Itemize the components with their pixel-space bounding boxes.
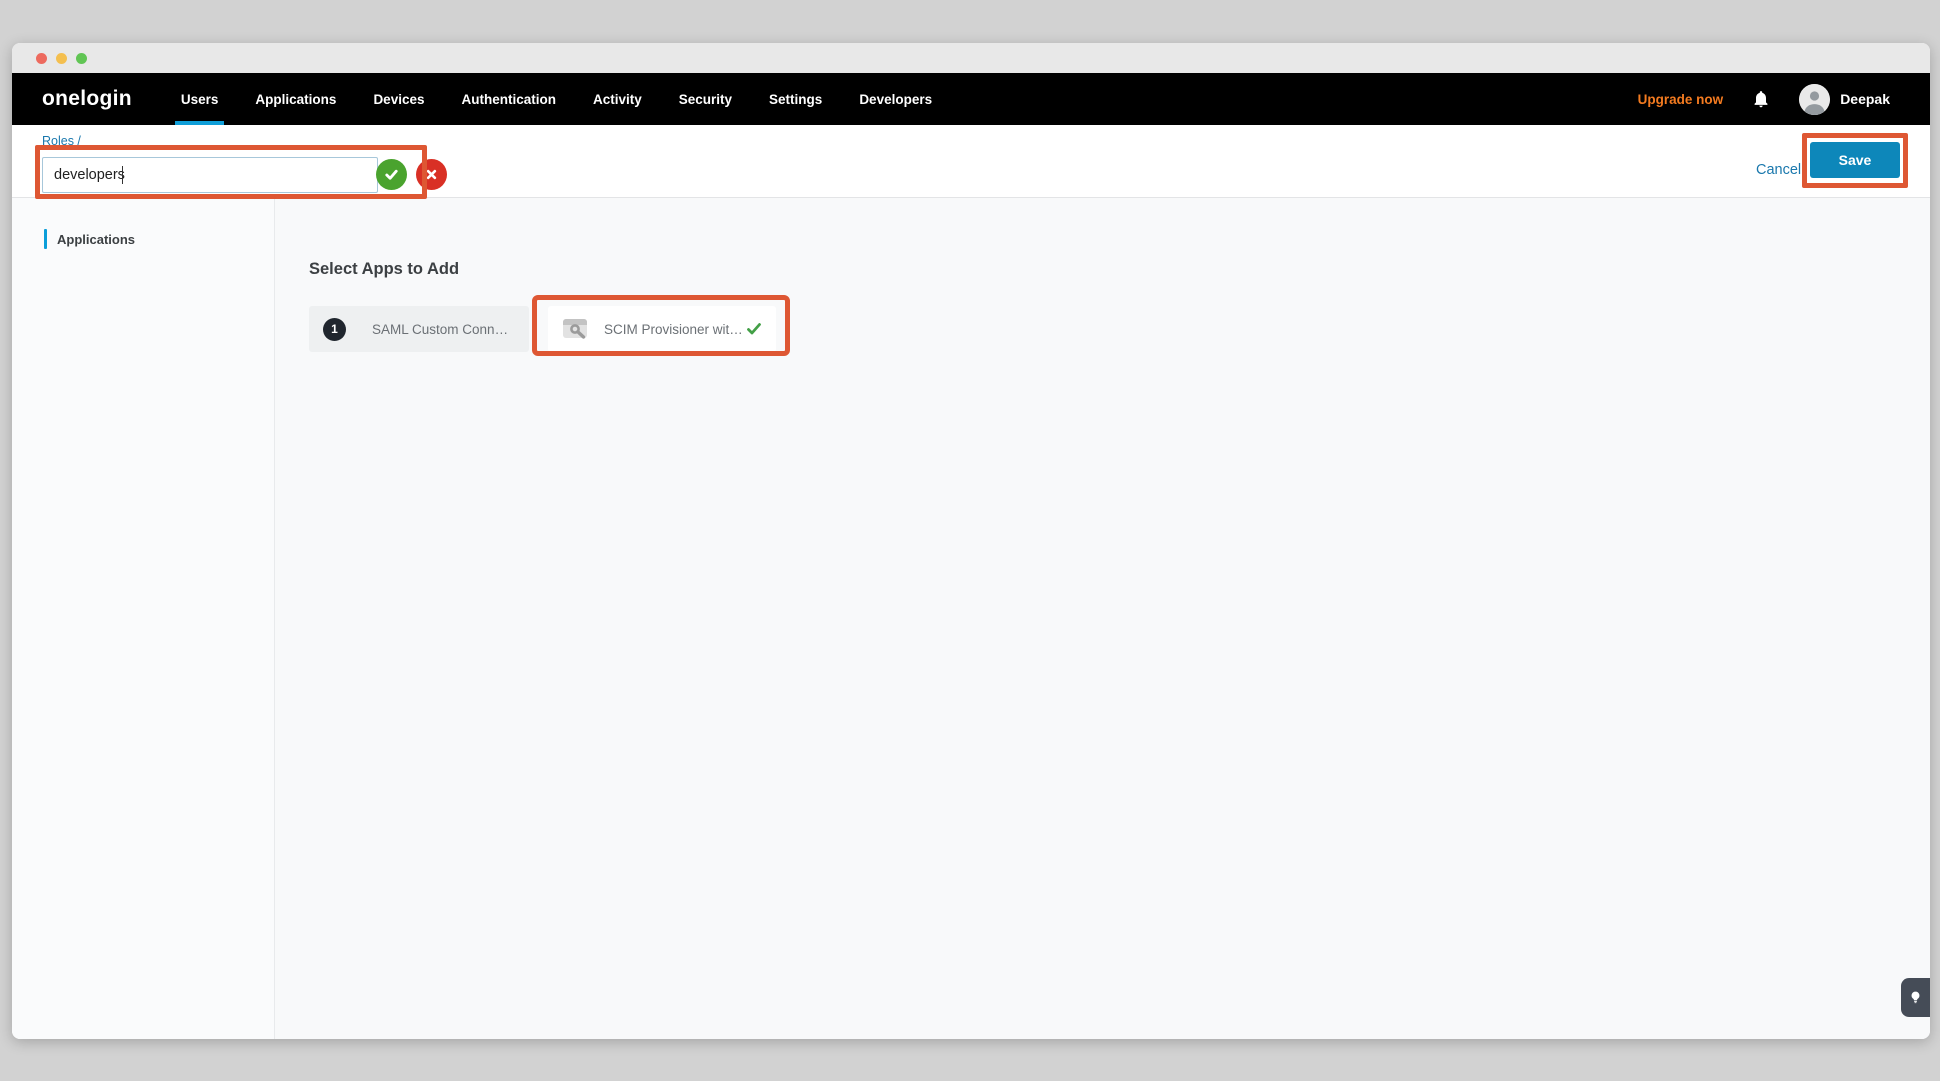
content-area: Applications Select Apps to Add 1 SAML C…: [12, 198, 1930, 1039]
app-card-label: SCIM Provisioner with…: [604, 322, 746, 337]
confirm-name-button[interactable]: [376, 159, 407, 190]
sidebar-item-label: Applications: [57, 232, 135, 247]
main-panel: Select Apps to Add 1 SAML Custom Conne…: [275, 198, 1930, 1039]
notifications-bell-icon[interactable]: [1751, 89, 1771, 109]
app-card-scim-provisioner[interactable]: SCIM Provisioner with…: [548, 306, 776, 352]
app-card-list: 1 SAML Custom Conne… SCIM Provisioner wi…: [309, 306, 1930, 352]
nav-item-activity[interactable]: Activity: [593, 73, 642, 125]
breadcrumb[interactable]: Roles /: [42, 134, 81, 148]
nav-item-settings[interactable]: Settings: [769, 73, 822, 125]
app-window: onelogin Users Applications Devices Auth…: [12, 43, 1930, 1039]
nav-items: Users Applications Devices Authenticatio…: [181, 73, 932, 125]
top-navbar: onelogin Users Applications Devices Auth…: [12, 73, 1930, 125]
nav-item-security[interactable]: Security: [679, 73, 732, 125]
nav-item-devices[interactable]: Devices: [373, 73, 424, 125]
user-menu[interactable]: Deepak: [1799, 84, 1890, 115]
app-card-saml-custom-connector[interactable]: 1 SAML Custom Conne…: [309, 306, 529, 352]
close-window-icon[interactable]: [36, 53, 47, 64]
nav-item-applications[interactable]: Applications: [255, 73, 336, 125]
scim-connector-icon: [562, 318, 588, 340]
page-title: Select Apps to Add: [309, 260, 1930, 279]
navbar-right: Upgrade now Deepak: [1638, 84, 1890, 115]
cancel-button[interactable]: Cancel: [1756, 152, 1801, 188]
nav-item-authentication[interactable]: Authentication: [461, 73, 556, 125]
app-rank-badge: 1: [323, 318, 346, 341]
minimize-window-icon[interactable]: [56, 53, 67, 64]
lightbulb-icon: [1908, 990, 1923, 1005]
role-name-input[interactable]: [42, 157, 378, 193]
text-cursor: [122, 166, 123, 184]
traffic-lights: [36, 53, 87, 64]
save-button[interactable]: Save: [1810, 142, 1900, 178]
app-card-label: SAML Custom Conne…: [372, 322, 515, 337]
upgrade-now-link[interactable]: Upgrade now: [1638, 92, 1724, 107]
nav-item-developers[interactable]: Developers: [859, 73, 932, 125]
sidebar: Applications: [12, 198, 275, 1039]
nav-item-users[interactable]: Users: [181, 73, 219, 125]
help-lightbulb-button[interactable]: [1901, 978, 1930, 1017]
maximize-window-icon[interactable]: [76, 53, 87, 64]
selected-check-icon: [746, 321, 762, 337]
discard-name-button[interactable]: [416, 159, 447, 190]
window-titlebar: [12, 43, 1930, 73]
user-name: Deepak: [1840, 91, 1890, 107]
active-indicator-bar: [44, 229, 47, 249]
sidebar-item-applications[interactable]: Applications: [12, 226, 274, 252]
page-header: Roles / Cancel Save: [12, 125, 1930, 198]
onelogin-logo: onelogin: [42, 87, 132, 111]
avatar: [1799, 84, 1830, 115]
